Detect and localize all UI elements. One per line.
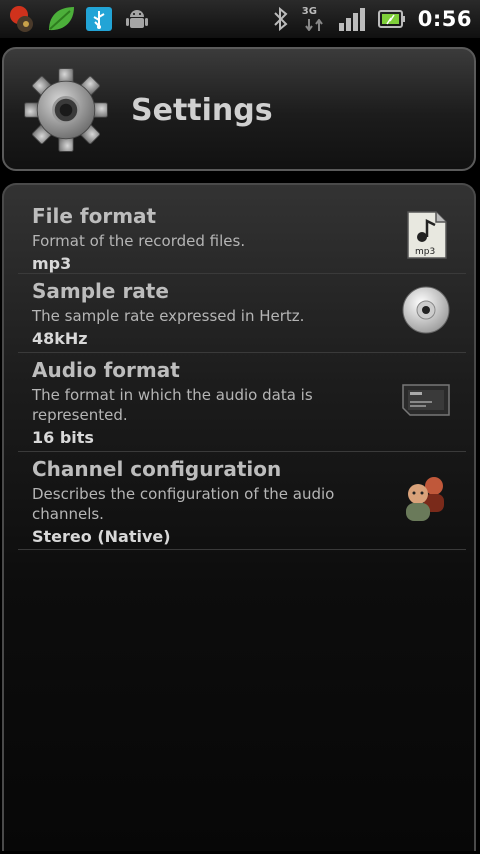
battery-icon xyxy=(377,10,405,28)
setting-title: Channel configuration xyxy=(32,457,282,481)
setting-title: File format xyxy=(32,204,157,228)
recorder-icon xyxy=(10,6,33,32)
setting-value: 16 bits xyxy=(32,428,94,447)
android-icon xyxy=(126,10,148,28)
network-3g-icon: 3G xyxy=(302,4,326,34)
network-label: 3G xyxy=(301,6,317,17)
people-icon xyxy=(406,477,444,521)
svg-text:mp3: mp3 xyxy=(415,247,435,257)
memory-card-icon xyxy=(402,384,450,416)
bluetooth-icon xyxy=(274,6,288,32)
setting-description: The sample rate expressed in Hertz. xyxy=(32,307,305,325)
gear-icon xyxy=(24,68,108,152)
setting-sample-rate[interactable]: Sample rate The sample rate expressed in… xyxy=(18,274,466,353)
setting-title: Sample rate xyxy=(32,279,169,303)
signal-icon xyxy=(338,8,365,31)
setting-value: 48kHz xyxy=(32,329,88,348)
setting-description: The format in which the audio data is re… xyxy=(32,386,313,424)
settings-list: File format Format of the recorded files… xyxy=(18,199,466,550)
setting-channel-configuration[interactable]: Channel configuration Describes the conf… xyxy=(18,452,466,550)
settings-panel: File format Format of the recorded files… xyxy=(2,183,476,851)
setting-title: Audio format xyxy=(32,358,180,382)
setting-description: Format of the recorded files. xyxy=(32,232,246,250)
setting-description: Describes the configuration of the audio… xyxy=(32,485,335,523)
header-panel: Settings xyxy=(2,47,476,171)
mp3-file-icon: mp3 xyxy=(407,211,447,259)
status-clock: 0:56 xyxy=(417,7,472,31)
setting-value: Stereo (Native) xyxy=(32,527,171,546)
setting-value: mp3 xyxy=(32,254,72,273)
status-bar: 3G 0:56 xyxy=(0,0,480,39)
leaf-icon xyxy=(49,7,74,31)
page-title: Settings xyxy=(131,93,273,128)
setting-file-format[interactable]: File format Format of the recorded files… xyxy=(18,199,466,274)
disc-icon xyxy=(402,286,450,334)
setting-audio-format[interactable]: Audio format The format in which the aud… xyxy=(18,353,466,452)
usb-icon xyxy=(86,7,112,31)
